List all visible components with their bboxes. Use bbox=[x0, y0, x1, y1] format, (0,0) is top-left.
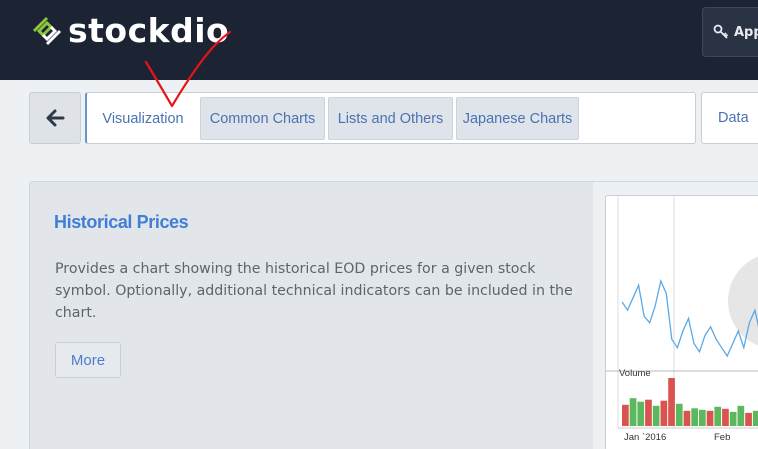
arrow-left-icon bbox=[46, 109, 65, 127]
volume-bar bbox=[706, 410, 714, 426]
volume-bar bbox=[668, 378, 675, 426]
volume-bar bbox=[737, 405, 745, 426]
volume-bar bbox=[675, 403, 683, 426]
volume-label: Volume bbox=[619, 368, 651, 379]
back-button[interactable] bbox=[29, 92, 81, 144]
volume-bar bbox=[645, 399, 652, 426]
key-icon bbox=[713, 24, 729, 39]
tab-label: Data bbox=[718, 110, 749, 126]
preview-panel: Volume Jan `2016 Feb bbox=[593, 182, 758, 449]
volume-bar bbox=[722, 408, 729, 426]
stockdio-logo[interactable]: stockdio bbox=[30, 14, 229, 48]
preview-chart bbox=[606, 196, 758, 429]
volume-bar bbox=[714, 406, 722, 426]
top-header: stockdio App bbox=[0, 0, 758, 80]
volume-bar bbox=[752, 410, 758, 426]
volume-bar bbox=[622, 404, 629, 426]
historical-prices-card: Historical Prices Provides a chart showi… bbox=[29, 181, 758, 449]
volume-bar bbox=[683, 410, 691, 426]
volume-bars bbox=[622, 378, 758, 426]
watermark-circle bbox=[728, 256, 758, 346]
tab-label: Japanese Charts bbox=[462, 110, 573, 127]
volume-bar bbox=[745, 412, 752, 426]
chart-preview-thumbnail[interactable]: Volume Jan `2016 Feb bbox=[605, 195, 758, 449]
brand-name: stockdio bbox=[68, 11, 230, 50]
tab-lists-and-others[interactable]: Lists and Others bbox=[328, 97, 453, 140]
logo-mark-icon bbox=[32, 16, 62, 46]
x-label-feb: Feb bbox=[714, 432, 731, 443]
volume-bar bbox=[691, 408, 698, 426]
app-button[interactable]: App bbox=[702, 7, 758, 57]
category-tabs: Visualization Common Charts Lists and Ot… bbox=[85, 92, 696, 144]
more-button[interactable]: More bbox=[55, 342, 121, 378]
app-button-label: App bbox=[734, 24, 758, 40]
tab-label: Visualization bbox=[102, 110, 184, 127]
x-label-jan: Jan `2016 bbox=[624, 432, 667, 443]
tab-visualization[interactable]: Visualization bbox=[87, 97, 199, 140]
tab-label: Lists and Others bbox=[337, 110, 444, 127]
tab-label: Common Charts bbox=[209, 110, 316, 127]
tab-data[interactable]: Data bbox=[701, 92, 758, 144]
card-description: Provides a chart showing the historical … bbox=[55, 261, 573, 321]
volume-bar bbox=[660, 400, 668, 426]
volume-bar bbox=[699, 409, 706, 426]
volume-bar bbox=[637, 401, 645, 426]
tab-common-charts[interactable]: Common Charts bbox=[200, 97, 325, 140]
volume-bar bbox=[652, 405, 660, 426]
volume-bar bbox=[729, 411, 737, 426]
tab-japanese-charts[interactable]: Japanese Charts bbox=[456, 97, 579, 140]
volume-bar bbox=[629, 398, 637, 426]
card-title[interactable]: Historical Prices bbox=[54, 212, 189, 233]
